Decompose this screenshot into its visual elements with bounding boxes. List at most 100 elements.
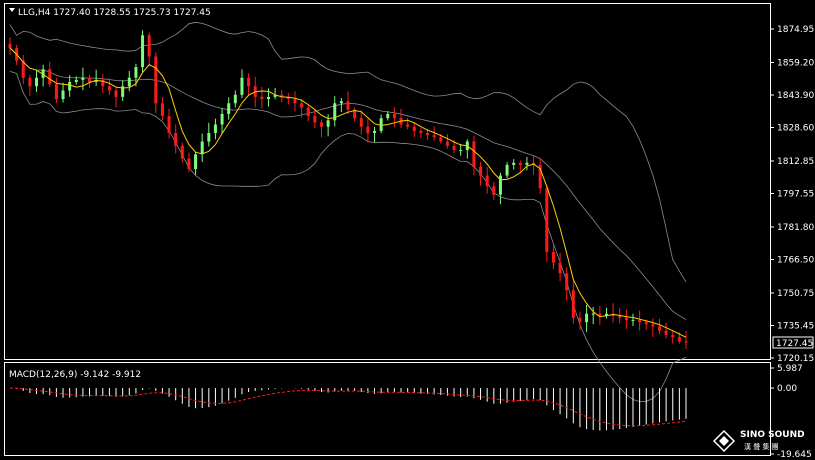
candle-body — [313, 116, 317, 123]
candle-body — [558, 262, 562, 274]
price-tick-label: 1828.60 — [777, 124, 814, 134]
low-value: 1725.73 — [133, 8, 170, 18]
candle-body — [167, 116, 171, 134]
candle-body — [154, 56, 158, 104]
macd-tick-label: 0.00 — [777, 384, 797, 394]
candle-body — [392, 113, 396, 119]
candle-body — [644, 322, 648, 325]
price-tick-label: 1750.75 — [777, 289, 814, 299]
price-tick-label: 1720.15 — [777, 354, 814, 364]
diamond-logo-inner — [719, 436, 729, 446]
candle-body — [657, 326, 661, 331]
upper-band-line — [9, 21, 687, 283]
candle-body — [379, 118, 383, 131]
candle-body — [160, 103, 164, 117]
close-value: 1727.45 — [174, 8, 211, 18]
price-axis: 1874.95 1859.20 1843.90 1828.60 1812.85 1797.… — [770, 25, 814, 364]
candle-body — [81, 77, 85, 80]
candle-body — [35, 77, 39, 87]
candle-body — [412, 126, 416, 131]
candle-body — [213, 124, 217, 134]
candle-body — [326, 120, 330, 127]
macd-signal-line — [9, 387, 687, 427]
dropdown-triangle-icon[interactable] — [9, 8, 15, 12]
candle-body — [664, 330, 668, 335]
price-tick-label: 1781.80 — [777, 223, 814, 233]
middle-band-line — [9, 47, 687, 321]
candle-body — [472, 141, 476, 168]
logo-brand: SINO SOUND — [740, 430, 805, 440]
candle-body — [406, 124, 410, 127]
logo-subtitle: 漢 聲 集 團 — [744, 442, 779, 451]
candle-body — [207, 133, 211, 142]
price-tick-label: 1874.95 — [777, 25, 814, 35]
candle-body — [200, 141, 204, 155]
candle-body — [439, 137, 443, 142]
candle-body — [88, 77, 92, 83]
macd-tick-label: 5.987 — [777, 364, 803, 374]
candle-body — [227, 103, 231, 114]
candle-body — [141, 35, 145, 68]
price-tick-label: 1735.45 — [777, 321, 814, 331]
candle-body — [127, 77, 131, 87]
candle-body — [339, 101, 343, 104]
candle-body — [359, 118, 363, 127]
candle-body — [571, 290, 575, 318]
lower-band-line — [9, 71, 687, 403]
current-price-label: 1727.45 — [776, 339, 813, 349]
candle-body — [48, 69, 52, 85]
price-panel-frame — [4, 3, 771, 360]
candle-body — [247, 77, 251, 87]
candle-body — [525, 162, 529, 165]
price-tick-label: 1859.20 — [777, 58, 814, 68]
ma-line — [9, 47, 687, 338]
candle-body — [419, 130, 423, 134]
candle-body — [8, 43, 12, 49]
open-value: 1727.40 — [53, 8, 90, 18]
candle-body — [551, 252, 555, 263]
candle-body — [306, 107, 310, 117]
candle-body — [671, 334, 675, 338]
candle-body — [459, 150, 463, 152]
candle-body — [28, 77, 32, 87]
bollinger-bands — [9, 21, 687, 403]
candle-body — [373, 130, 377, 134]
macd-tick-label: -19.645 — [777, 450, 812, 460]
candle-body — [518, 162, 522, 165]
candle-body — [505, 164, 509, 176]
sino-sound-logo: SINO SOUND 漢 聲 集 團 — [712, 429, 805, 453]
candle-body — [180, 145, 184, 159]
candle-body — [147, 35, 151, 57]
candle-body — [452, 145, 456, 151]
candle-body — [591, 313, 595, 315]
price-tick-label: 1766.50 — [777, 255, 814, 265]
candle-body — [68, 82, 72, 91]
candle-body — [479, 167, 483, 176]
candle-body — [266, 96, 270, 100]
candle-body — [677, 337, 681, 342]
price-tick-label: 1843.90 — [777, 91, 814, 101]
candle-body — [233, 94, 237, 104]
candle-body — [319, 122, 323, 127]
candle-body — [578, 317, 582, 323]
candle-body — [631, 320, 635, 322]
candle-body — [684, 341, 688, 343]
candle-body — [651, 324, 655, 327]
candle-body — [240, 77, 244, 95]
candle-body — [134, 67, 138, 78]
candle-body — [194, 154, 198, 170]
candle-body — [260, 96, 264, 100]
header-ohlc: LLG,H4 1727.40 1728.55 1725.73 1727.45 — [18, 8, 211, 18]
candle-body — [445, 141, 449, 146]
candle-body — [426, 133, 430, 136]
candle-body — [220, 113, 224, 125]
macd-histogram — [16, 388, 687, 431]
candle-body — [300, 103, 304, 108]
candle-body — [545, 188, 549, 253]
candle-body — [293, 99, 297, 104]
candle-body — [346, 101, 350, 110]
high-value: 1728.55 — [93, 8, 130, 18]
moving-average — [9, 47, 687, 338]
chart-window: LLG,H4 1727.40 1728.55 1725.73 1727.45 1… — [4, 3, 814, 460]
candle-body — [565, 273, 569, 291]
